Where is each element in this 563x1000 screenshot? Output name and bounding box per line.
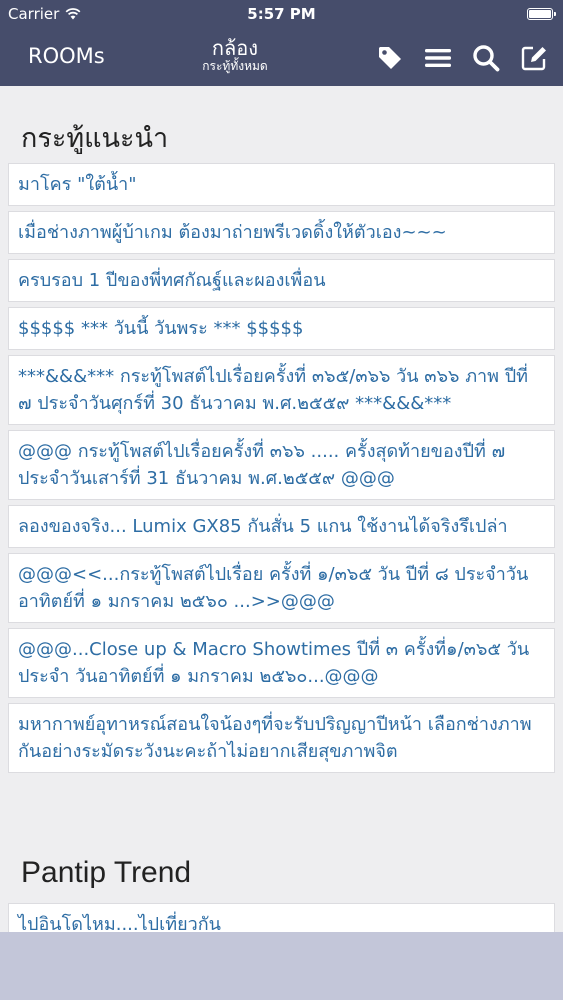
section-title-recommended: กระทู้แนะนำ: [21, 123, 169, 154]
compose-icon[interactable]: [519, 43, 549, 73]
bottom-bar: [0, 932, 563, 1000]
battery-icon: [527, 8, 556, 20]
search-icon[interactable]: [471, 43, 501, 73]
section-title-pantip-trend: Pantip Trend: [21, 856, 192, 889]
list-item[interactable]: ***&&&*** กระทู้โพสต์ไปเรื่อยครั้งที่ ๓๖…: [8, 355, 555, 425]
list-item[interactable]: ครบรอบ 1 ปีของพี่ทศกัณฐ์และผองเพื่อน: [8, 259, 555, 302]
menu-icon[interactable]: [423, 43, 453, 73]
trend-list: ไปอินโดไหม....ไปเที่ยวกัน: [8, 903, 555, 932]
nav-bar: ROOMs กล้อง กระทู้ทั้งหมด: [0, 30, 563, 86]
recommended-list: มาโคร "ใต้น้ำ" เมื่อช่างภาพผู้บ้าเกม ต้อ…: [8, 163, 555, 778]
nav-title: กล้อง กระทู้ทั้งหมด: [150, 37, 320, 73]
rooms-button[interactable]: ROOMs: [28, 44, 105, 68]
list-item[interactable]: @@@ กระทู้โพสต์ไปเรื่อยครั้งที่ ๓๖๖ ....…: [8, 430, 555, 500]
status-bar: Carrier 5:57 PM: [0, 0, 563, 30]
list-item[interactable]: ลองของจริง... Lumix GX85 กันสั่น 5 แกน ใ…: [8, 505, 555, 548]
status-time: 5:57 PM: [247, 5, 316, 23]
nav-actions: [375, 43, 549, 73]
content-scroll[interactable]: กระทู้แนะนำ มาโคร "ใต้น้ำ" เมื่อช่างภาพผ…: [0, 86, 563, 932]
list-item[interactable]: @@@...Close up & Macro Showtimes ปีที่ ๓…: [8, 628, 555, 698]
nav-title-sub: กระทู้ทั้งหมด: [202, 59, 268, 73]
list-item[interactable]: @@@<<...กระทู้โพสต์ไปเรื่อย ครั้งที่ ๑/๓…: [8, 553, 555, 623]
list-item[interactable]: ไปอินโดไหม....ไปเที่ยวกัน: [8, 903, 555, 932]
tag-icon[interactable]: [375, 43, 405, 73]
nav-title-main: กล้อง: [211, 36, 259, 60]
list-item[interactable]: มาโคร "ใต้น้ำ": [8, 163, 555, 206]
list-item[interactable]: มหากาพย์อุทาหรณ์สอนใจน้องๆที่จะรับปริญญา…: [8, 703, 555, 773]
list-item[interactable]: เมื่อช่างภาพผู้บ้าเกม ต้องมาถ่ายพรีเวดดิ…: [8, 211, 555, 254]
list-item[interactable]: $$$$$ *** วันนี้ วันพระ *** $$$$$: [8, 307, 555, 350]
